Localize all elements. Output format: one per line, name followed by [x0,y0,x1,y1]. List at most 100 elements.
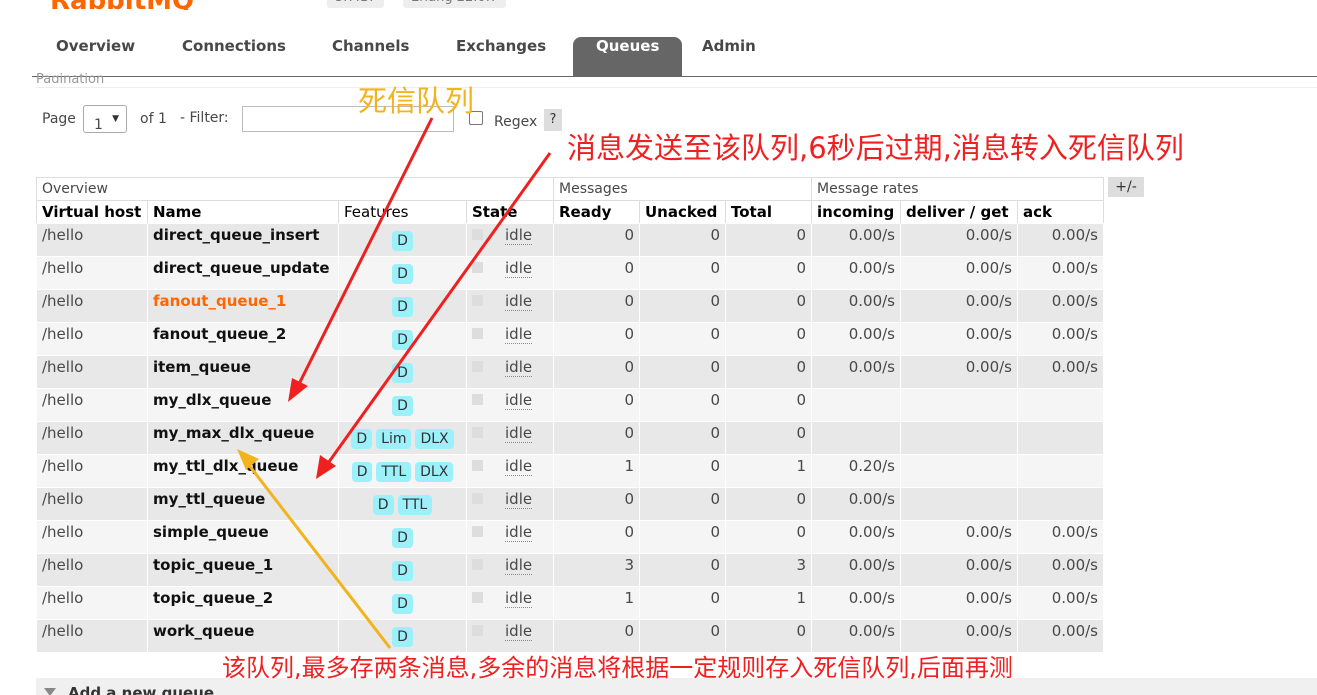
state-label: idle [505,622,533,641]
incoming-rate: 0.00/s [811,355,901,389]
feature-badge-d[interactable]: D [392,396,413,416]
column-header-ack[interactable]: ack [1017,200,1104,224]
tab-channels[interactable]: Channels [309,37,432,76]
queue-name-link[interactable]: direct_queue_update [147,256,339,290]
state-indicator-icon [472,526,483,537]
deliver-get-rate [900,388,1018,422]
incoming-rate: 0.00/s [811,322,901,356]
group-header-messages: Messages [553,177,812,201]
feature-badge-d[interactable]: D [392,264,413,284]
virtual-host-cell: /hello [36,520,148,554]
feature-badge-ttl[interactable]: TTL [376,462,412,482]
column-header-deliver-get[interactable]: deliver / get [900,200,1018,224]
ready-count: 0 [553,487,640,521]
ack-rate [1017,421,1104,455]
queue-name-link[interactable]: fanout_queue_1 [147,289,339,323]
feature-badge-d[interactable]: D [351,429,373,449]
total-count: 0 [725,322,812,356]
state-cell: idle [466,520,554,554]
collapse-triangle-icon [44,688,56,695]
column-header-state[interactable]: State [466,200,554,224]
feature-badge-d[interactable]: D [392,231,413,251]
tab-exchanges[interactable]: Exchanges [433,37,569,76]
column-header-ready[interactable]: Ready [553,200,640,224]
column-header-incoming[interactable]: incoming [811,200,901,224]
ack-rate: 0.00/s [1017,586,1104,620]
feature-badge-d[interactable]: D [392,297,413,317]
feature-badge-d[interactable]: D [392,627,413,647]
header: RabbitMQ 3.7.17 Erlang 22.0.7 [0,0,1317,10]
column-header-name[interactable]: Name [147,200,339,224]
queue-name-link[interactable]: my_max_dlx_queue [147,421,339,455]
deliver-get-rate [900,487,1018,521]
feature-badge-ttl[interactable]: TTL [397,495,433,515]
incoming-rate: 0.20/s [811,454,901,488]
column-header-virtual-host[interactable]: Virtual host [36,200,148,224]
queue-name-link[interactable]: my_ttl_queue [147,487,339,521]
feature-badge-d[interactable]: D [372,495,394,515]
total-count: 0 [725,421,812,455]
feature-badge-dlx[interactable]: DLX [415,429,454,449]
toggle-columns-button[interactable]: +/- [1108,177,1144,197]
chevron-down-icon: ▼ [112,114,119,124]
deliver-get-rate: 0.00/s [900,553,1018,587]
features-cell: D [338,355,467,389]
state-label: idle [505,226,533,245]
total-count: 1 [725,586,812,620]
feature-badge-dlx[interactable]: DLX [415,462,454,482]
unacked-count: 0 [639,487,726,521]
features-cell: D TTL DLX [338,454,467,488]
unacked-count: 0 [639,553,726,587]
feature-badge-d[interactable]: D [392,330,413,350]
deliver-get-rate: 0.00/s [900,256,1018,290]
features-cell: D [338,553,467,587]
tab-queues[interactable]: Queues [573,37,683,76]
unacked-count: 0 [639,322,726,356]
column-header-total[interactable]: Total [725,200,812,224]
page-select[interactable]: 1 ▼ [83,105,127,133]
regex-label: Regex [494,114,538,130]
tab-connections[interactable]: Connections [159,37,309,76]
state-label: idle [505,523,533,542]
features-cell: D [338,520,467,554]
virtual-host-cell: /hello [36,619,148,653]
annotation-max-note: 该队列,最多存两条消息,多余的消息将根据一定规则存入死信队列,后面再测 [222,654,1013,682]
queue-name-link[interactable]: fanout_queue_2 [147,322,339,356]
column-header-unacked[interactable]: Unacked [639,200,726,224]
table-row: /hello my_max_dlx_queue D Lim DLX idle 0 0 0 [36,421,1104,455]
feature-badge-d[interactable]: D [392,528,413,548]
feature-badge-d[interactable]: D [392,594,413,614]
state-indicator-icon [472,295,483,306]
state-indicator-icon [472,394,483,405]
ack-rate: 0.00/s [1017,322,1104,356]
queue-name-link[interactable]: my_ttl_dlx_queue [147,454,339,488]
features-cell: D [338,322,467,356]
regex-help-button[interactable]: ? [544,109,562,131]
total-count: 0 [725,289,812,323]
features-cell: D [338,586,467,620]
queue-name-link[interactable]: item_queue [147,355,339,389]
queue-name-link[interactable]: direct_queue_insert [147,223,339,257]
tab-admin[interactable]: Admin [679,37,779,76]
incoming-rate [811,421,901,455]
virtual-host-cell: /hello [36,421,148,455]
feature-badge-lim[interactable]: Lim [376,429,412,449]
feature-badge-d[interactable]: D [392,363,413,383]
pagination-section-title[interactable]: Pagination [36,69,104,83]
ready-count: 0 [553,256,640,290]
state-label: idle [505,292,533,311]
table-row: /hello topic_queue_1 Didle 3 0 3 0.00/s 0.00/s 0… [36,553,1104,587]
page-count-label: of 1 [140,111,167,127]
queue-name-link[interactable]: simple_queue [147,520,339,554]
queue-name-link[interactable]: topic_queue_1 [147,553,339,587]
total-count: 1 [725,454,812,488]
queue-name-link[interactable]: topic_queue_2 [147,586,339,620]
feature-badge-d[interactable]: D [351,462,373,482]
feature-badge-d[interactable]: D [392,561,413,581]
ack-rate: 0.00/s [1017,520,1104,554]
state-indicator-icon [472,493,483,504]
state-cell: idle [466,553,554,587]
ready-count: 0 [553,223,640,257]
queue-name-link[interactable]: my_dlx_queue [147,388,339,422]
state-label: idle [505,490,533,509]
